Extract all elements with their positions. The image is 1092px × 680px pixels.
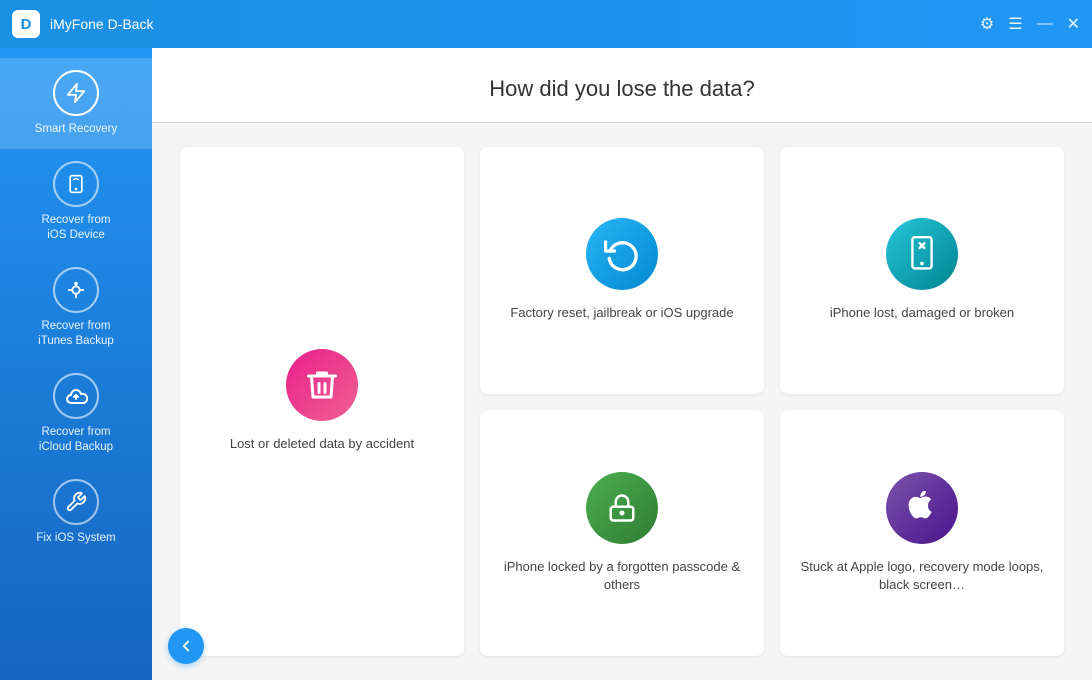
iphone-lost-label: iPhone lost, damaged or broken: [830, 304, 1014, 322]
sidebar-label-fix-ios: Fix iOS System: [36, 531, 115, 546]
back-button[interactable]: [168, 628, 204, 664]
main-layout: Smart Recovery Recover fromiOS Device: [0, 48, 1092, 680]
recover-itunes-icon: [53, 267, 99, 313]
sidebar: Smart Recovery Recover fromiOS Device: [0, 48, 152, 680]
app-title: iMyFone D-Back: [50, 16, 980, 32]
stuck-apple-label: Stuck at Apple logo, recovery mode loops…: [796, 558, 1048, 594]
factory-reset-icon: [586, 218, 658, 290]
stuck-apple-icon: [886, 472, 958, 544]
sidebar-label-smart-recovery: Smart Recovery: [35, 122, 117, 137]
page-heading: How did you lose the data?: [152, 48, 1092, 123]
sidebar-label-recover-icloud: Recover fromiCloud Backup: [39, 425, 113, 455]
fix-ios-icon: [53, 479, 99, 525]
title-bar: D iMyFone D-Back ⚙ ☰ — ✕: [0, 0, 1092, 48]
minimize-icon[interactable]: —: [1037, 15, 1053, 33]
sidebar-item-recover-itunes[interactable]: Recover fromiTunes Backup: [0, 255, 152, 361]
recover-icloud-icon: [53, 373, 99, 419]
menu-icon[interactable]: ☰: [1008, 14, 1022, 34]
iphone-locked-label: iPhone locked by a forgotten passcode & …: [496, 558, 748, 594]
sidebar-label-recover-ios: Recover fromiOS Device: [41, 213, 110, 243]
recover-ios-icon: [53, 161, 99, 207]
sidebar-item-fix-ios[interactable]: Fix iOS System: [0, 467, 152, 558]
iphone-locked-icon: [586, 472, 658, 544]
lost-deleted-label: Lost or deleted data by accident: [230, 435, 414, 453]
factory-reset-label: Factory reset, jailbreak or iOS upgrade: [510, 304, 733, 322]
sidebar-item-recover-ios[interactable]: Recover fromiOS Device: [0, 149, 152, 255]
iphone-lost-icon: [886, 218, 958, 290]
card-lost-deleted[interactable]: Lost or deleted data by accident: [180, 147, 464, 656]
card-stuck-apple[interactable]: Stuck at Apple logo, recovery mode loops…: [780, 410, 1064, 657]
sidebar-item-recover-icloud[interactable]: Recover fromiCloud Backup: [0, 361, 152, 467]
sidebar-item-smart-recovery[interactable]: Smart Recovery: [0, 58, 152, 149]
card-factory-reset[interactable]: Factory reset, jailbreak or iOS upgrade: [480, 147, 764, 394]
card-iphone-locked[interactable]: iPhone locked by a forgotten passcode & …: [480, 410, 764, 657]
settings-icon[interactable]: ⚙: [980, 14, 994, 34]
close-icon[interactable]: ✕: [1067, 14, 1080, 34]
content-area: How did you lose the data? Lost or delet…: [152, 48, 1092, 680]
cards-grid: Lost or deleted data by accident Factory…: [152, 123, 1092, 680]
window-controls: ⚙ ☰ — ✕: [980, 14, 1080, 34]
smart-recovery-icon: [53, 70, 99, 116]
app-logo: D: [12, 10, 40, 38]
lost-deleted-icon: [286, 349, 358, 421]
card-iphone-lost[interactable]: iPhone lost, damaged or broken: [780, 147, 1064, 394]
sidebar-label-recover-itunes: Recover fromiTunes Backup: [38, 319, 114, 349]
